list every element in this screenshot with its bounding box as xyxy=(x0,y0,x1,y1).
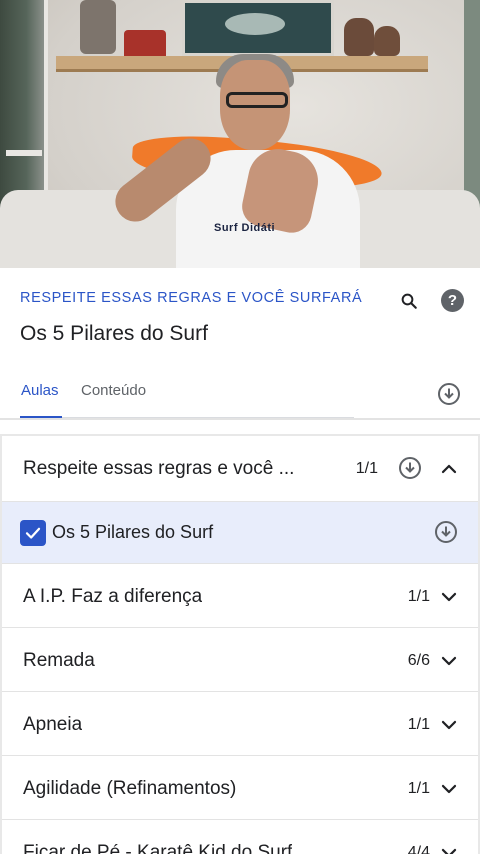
download-circle-icon[interactable] xyxy=(398,456,422,480)
lesson-title: Os 5 Pilares do Surf xyxy=(52,522,214,542)
chevron-down-icon[interactable] xyxy=(440,716,458,734)
chevron-down-icon[interactable] xyxy=(440,652,458,670)
module-progress: 1/1 xyxy=(407,716,430,733)
help-button[interactable]: ? xyxy=(441,289,464,312)
search-icon xyxy=(401,293,417,309)
help-icon: ? xyxy=(447,292,458,309)
lesson-complete-checkbox[interactable] xyxy=(20,520,46,546)
course-title[interactable]: RESPEITE ESSAS REGRAS E VOCÊ SURFARÁ xyxy=(20,290,362,306)
module-progress: 1/1 xyxy=(407,780,430,797)
download-circle-icon[interactable] xyxy=(437,382,461,406)
divider xyxy=(0,418,480,420)
module-title: Agilidade (Refinamentos) xyxy=(23,778,237,799)
module-item-respeite[interactable]: Respeite essas regras e você ... 1/1 xyxy=(2,436,478,502)
module-title: Ficar de Pé - Karatê Kid do Surf xyxy=(23,842,293,854)
module-item-ficar-de-pe[interactable]: Ficar de Pé - Karatê Kid do Surf 4/4 xyxy=(2,820,478,854)
video-stool xyxy=(124,30,166,56)
check-icon xyxy=(25,527,41,539)
lesson-item-os-5-pilares[interactable]: Os 5 Pilares do Surf xyxy=(2,502,478,564)
module-list: Respeite essas regras e você ... 1/1 Os … xyxy=(0,434,480,854)
chevron-down-icon[interactable] xyxy=(440,844,458,854)
lesson-header: RESPEITE ESSAS REGRAS E VOCÊ SURFARÁ ? O… xyxy=(0,268,480,420)
search-button[interactable] xyxy=(396,288,422,314)
module-title: Apneia xyxy=(23,714,83,735)
module-title: Respeite essas regras e você ... xyxy=(23,458,295,479)
module-progress: 4/4 xyxy=(407,844,430,854)
video-picture-frame xyxy=(182,0,334,56)
video-shirt-logo: Surf Didáti xyxy=(214,222,276,234)
module-progress: 1/1 xyxy=(407,588,430,605)
module-title: Remada xyxy=(23,650,95,671)
tab-aulas[interactable]: Aulas xyxy=(21,382,59,411)
video-presenter-glasses xyxy=(226,92,288,108)
module-item-apneia[interactable]: Apneia 1/1 xyxy=(2,692,478,756)
page-title: Os 5 Pilares do Surf xyxy=(20,322,208,345)
video-vase xyxy=(374,26,400,56)
module-title: A I.P. Faz a diferença xyxy=(23,586,203,607)
video-statue xyxy=(80,0,116,54)
module-item-agilidade[interactable]: Agilidade (Refinamentos) 1/1 xyxy=(2,756,478,820)
chevron-down-icon[interactable] xyxy=(440,780,458,798)
video-vase xyxy=(344,18,374,56)
tab-bar: Aulas Conteúdo xyxy=(0,374,480,420)
download-circle-icon[interactable] xyxy=(434,520,458,544)
module-item-ip[interactable]: A I.P. Faz a diferença 1/1 xyxy=(2,564,478,628)
module-progress: 6/6 xyxy=(407,652,430,669)
chevron-up-icon[interactable] xyxy=(440,460,458,478)
module-progress: 1/1 xyxy=(355,460,378,477)
module-item-remada[interactable]: Remada 6/6 xyxy=(2,628,478,692)
video-player[interactable]: Surf Didáti xyxy=(0,0,480,268)
tab-conteudo[interactable]: Conteúdo xyxy=(81,382,146,411)
chevron-down-icon[interactable] xyxy=(440,588,458,606)
